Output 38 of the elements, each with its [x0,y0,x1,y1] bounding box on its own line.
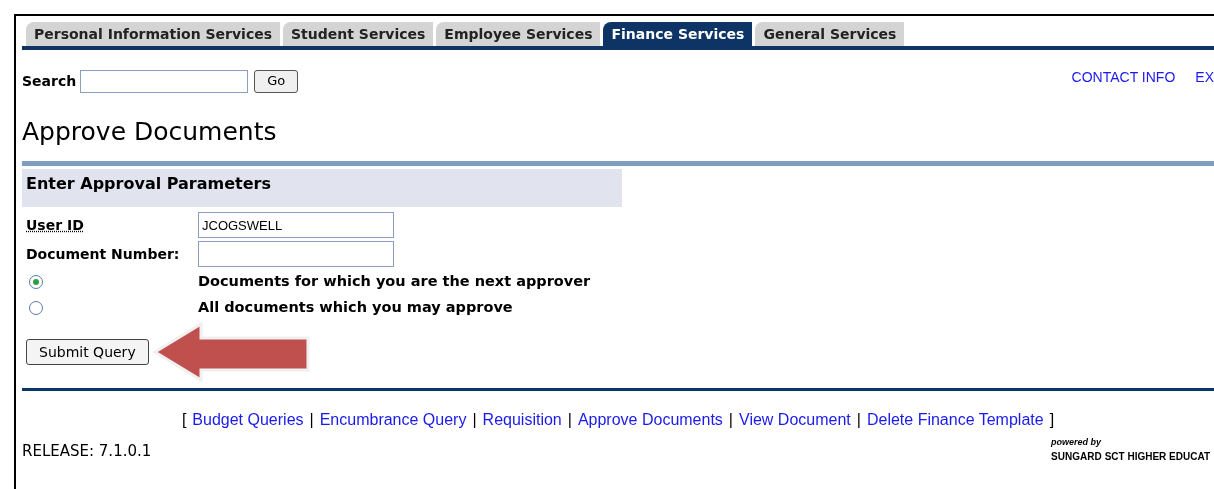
field-label: Document Number: [26,244,181,264]
nav-tab[interactable]: Employee Services [436,22,601,46]
footer-link[interactable]: Encumbrance Query [319,408,467,432]
link-separator: | [567,410,572,430]
bracket: ] [1049,410,1055,430]
header-link[interactable]: EX [1195,66,1214,88]
nav-tab[interactable]: Personal Information Services [26,22,280,46]
page-title: Approve Documents [22,116,278,149]
text-field[interactable] [198,241,394,267]
section-heading: Enter Approval Parameters [22,169,622,207]
header-link[interactable]: CONTACT INFO [1071,66,1176,88]
footer-link[interactable]: Requisition [482,408,562,432]
option-label: Documents for which you are the next approver [198,271,591,291]
footer-link[interactable]: Approve Documents [577,408,723,432]
go-button[interactable]: Go [254,69,299,93]
footer-link[interactable]: View Document [739,408,851,432]
bracket: [ [181,410,187,430]
option-label: All documents which you may approve [198,297,513,317]
submit-button[interactable]: Submit Query [26,339,149,365]
radio-button[interactable] [29,274,43,289]
link-separator: | [728,410,733,430]
logo-product: SCT HIGHER EDUCAT [1104,450,1210,464]
release-version: RELEASE: 7.1.0.1 [22,440,152,462]
logo-brand: SUNGARD [1051,450,1102,464]
link-separator: | [472,410,477,430]
link-separator: | [309,410,314,430]
nav-tab[interactable]: Finance Services [603,22,753,46]
text-field[interactable]: JCOGSWELL [198,212,394,238]
footer-link[interactable]: Delete Finance Template [866,408,1044,432]
footer-link[interactable]: Budget Queries [192,408,304,432]
logo-tagline: powered by [1051,435,1102,449]
nav-tab[interactable]: Student Services [283,22,434,46]
search-label: Search [22,71,77,91]
radio-button[interactable] [29,300,43,315]
field-label: User ID [26,215,85,235]
nav-tab[interactable]: General Services [755,22,905,46]
search-field[interactable] [80,69,249,93]
link-separator: | [856,410,861,430]
